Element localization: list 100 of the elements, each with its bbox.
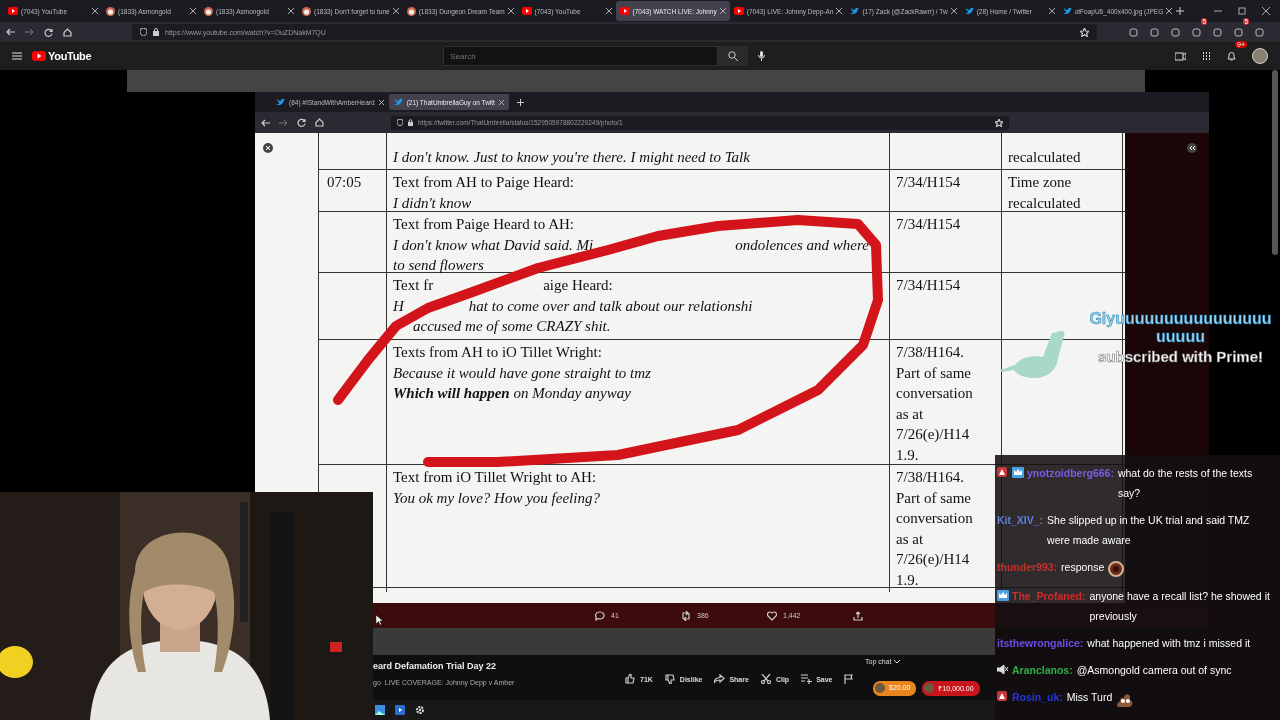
home-icon[interactable] <box>63 27 72 37</box>
like-icon <box>625 674 636 684</box>
close-icon[interactable] <box>92 8 98 14</box>
retweet-icon[interactable] <box>681 610 691 621</box>
document-text: Time zone recalculated <box>1008 174 1081 211</box>
search-button[interactable] <box>718 46 749 66</box>
back-icon[interactable] <box>261 118 270 127</box>
document-text: Text fr <box>393 276 434 295</box>
document-text: You ok my love? How you feeling? <box>393 488 600 508</box>
document-text: 07:05 <box>327 174 362 190</box>
document-text: Texts from AH to iO Tillet Wright: <box>393 343 602 362</box>
avatar[interactable] <box>1252 48 1268 64</box>
avatar <box>924 683 935 693</box>
star-icon[interactable] <box>995 118 1003 127</box>
chat-message: anyone have a recall list? he showed it previously <box>1089 589 1271 624</box>
share-icon <box>714 674 726 684</box>
close-icon[interactable] <box>392 8 399 14</box>
close-icon[interactable] <box>1262 7 1270 15</box>
collapse-icon[interactable] <box>1187 143 1197 153</box>
youtube-logo[interactable]: YouTube <box>32 50 92 62</box>
document-text: 7/34/H154 <box>896 216 961 232</box>
document-text: 7/38/H164. Part of same conversation as at 7/26(e)/H14 1.9. <box>896 469 973 588</box>
document-text: Text from Paige Heard to AH: <box>393 215 574 234</box>
chat-username[interactable]: Aranclanos: <box>1012 660 1073 680</box>
close-icon[interactable] <box>950 8 957 14</box>
chat-username[interactable]: Kit_XIV_: <box>997 510 1044 530</box>
bird-icon <box>393 98 403 106</box>
video-title: eard Defamation Trial Day 22 <box>373 661 497 671</box>
cursor-icon <box>376 615 383 625</box>
chat-message: She slipped up in the UK trial and said TMZ were made aware <box>1047 513 1251 548</box>
document-text: hat to come over and talk about our relationshi <box>468 296 753 316</box>
lock-icon <box>408 119 413 126</box>
document-text: to send flowers <box>393 256 484 275</box>
close-icon[interactable] <box>1166 8 1173 14</box>
video-player-icon[interactable] <box>395 705 405 715</box>
new-tab-icon[interactable] <box>1176 7 1185 15</box>
shield-icon <box>397 119 403 126</box>
reload-icon[interactable] <box>297 118 306 127</box>
reload-icon[interactable] <box>44 27 53 37</box>
document-text: 7/38/H164. Part of same conversation as at 7/26(e)/H14 1.9. <box>896 344 973 463</box>
apps-grid-icon[interactable] <box>1202 51 1211 61</box>
avatar <box>875 683 885 693</box>
like-icon[interactable] <box>767 610 777 621</box>
shield-icon <box>140 28 147 36</box>
create-video-icon[interactable] <box>1175 51 1186 61</box>
microphone-icon[interactable] <box>758 51 766 61</box>
dislike-icon <box>664 674 676 684</box>
chat-message: what do the rests of the texts say? <box>1117 466 1254 501</box>
minimize-icon[interactable] <box>1214 7 1222 15</box>
reply-icon[interactable] <box>595 610 605 621</box>
document-text: Text from iO Tillet Wright to AH: <box>393 468 597 487</box>
share-icon[interactable] <box>853 610 863 621</box>
clip-icon <box>760 674 772 684</box>
chat-message: what happened with tmz i missed it <box>1087 636 1252 651</box>
back-icon[interactable] <box>6 28 15 36</box>
document-text: I don't know. Just to know you're there. I might need to Talk <box>393 147 750 167</box>
bird-icon <box>276 98 285 106</box>
document-text: H <box>393 296 404 316</box>
forward-icon[interactable] <box>279 118 288 127</box>
document-text: Text from AH to Paige Heard: <box>393 173 574 192</box>
close-icon[interactable] <box>605 8 612 14</box>
close-icon[interactable] <box>378 99 384 105</box>
document-text: ondolences and where <box>735 235 869 255</box>
restore-icon[interactable] <box>1238 7 1246 15</box>
search-field[interactable]: Search <box>443 46 719 66</box>
flag-button[interactable] <box>844 674 856 684</box>
lock-icon <box>153 28 159 36</box>
new-tab-icon[interactable] <box>516 98 524 106</box>
close-icon[interactable] <box>190 8 196 14</box>
document-text: accused me of some CRAZY shit. <box>413 317 611 336</box>
close-icon[interactable] <box>1048 8 1055 14</box>
close-icon[interactable] <box>507 8 514 14</box>
search-icon <box>728 51 739 61</box>
home-icon[interactable] <box>315 118 324 127</box>
chat-message: response <box>1061 560 1105 575</box>
document-text: aige Heard: <box>543 276 613 295</box>
chevron-icon <box>894 659 901 664</box>
close-icon[interactable] <box>719 8 726 14</box>
document-text: I didn't know <box>393 193 472 213</box>
star-icon[interactable] <box>1080 27 1089 37</box>
image-icon[interactable] <box>375 705 385 715</box>
flag-icon <box>844 674 856 684</box>
chat-message: @Asmongold camera out of sync <box>1076 663 1233 678</box>
save-icon <box>801 674 813 684</box>
document-text: I don't know what David said. Mi <box>393 235 594 255</box>
settings-icon[interactable] <box>415 705 425 715</box>
document-text: 7/34/H154 <box>896 277 961 293</box>
document-text: recalculated <box>1008 147 1081 167</box>
document-text: Because it would have gone straight to tmz <box>393 363 651 383</box>
close-icon[interactable] <box>288 8 294 14</box>
scrollbar[interactable] <box>1272 70 1278 255</box>
close-icon[interactable] <box>263 143 273 153</box>
play-logo-icon <box>32 51 46 61</box>
document-text: 7/34/H154 <box>896 174 961 190</box>
close-icon[interactable] <box>498 99 504 105</box>
chat-message: Miss Turd <box>1066 690 1113 705</box>
forward-icon[interactable] <box>25 28 34 36</box>
bell-icon[interactable] <box>1227 51 1236 61</box>
document-text: Which will happen on Monday anyway <box>393 384 631 403</box>
close-icon[interactable] <box>836 8 843 14</box>
